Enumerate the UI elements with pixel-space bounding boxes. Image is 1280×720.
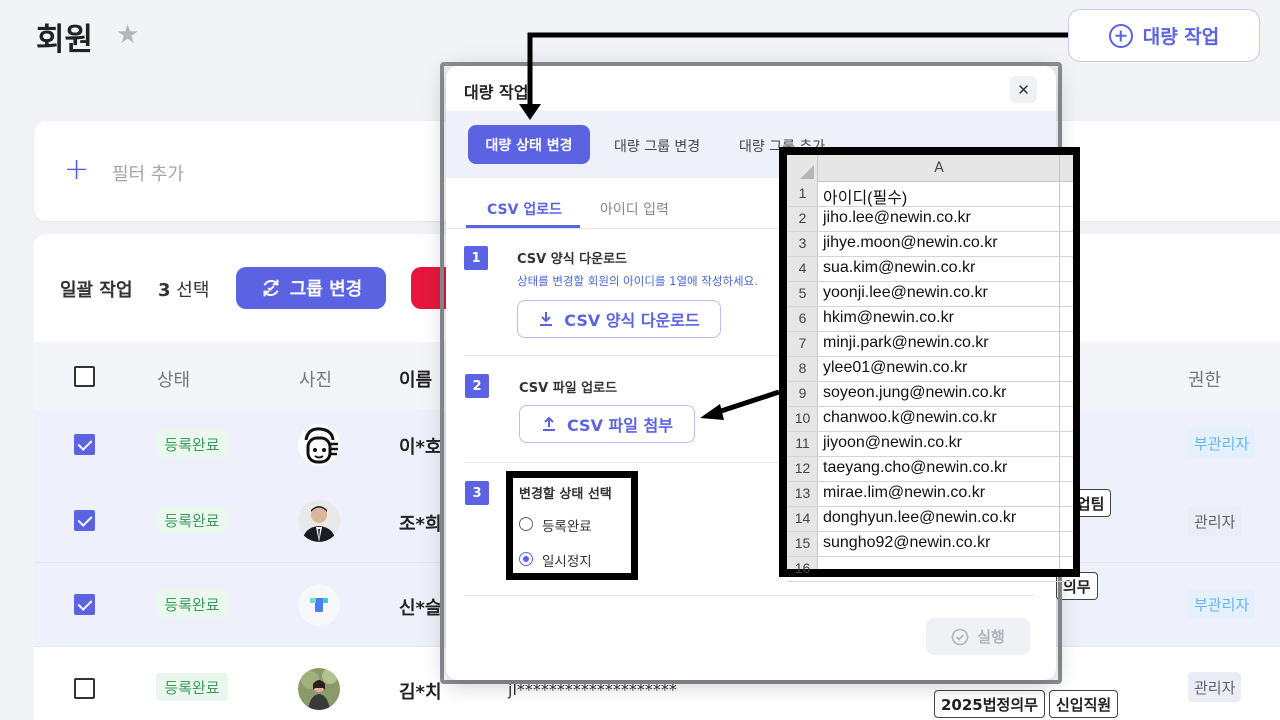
annotation-arrows [519,32,1068,420]
